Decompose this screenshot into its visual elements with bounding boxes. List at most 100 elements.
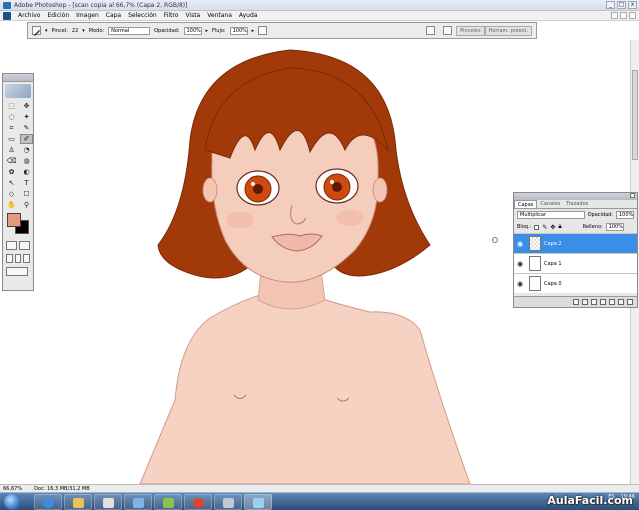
history-brush-tool-icon[interactable]: ◔ bbox=[20, 145, 33, 155]
doc-icon[interactable] bbox=[426, 26, 436, 35]
tab-trazados[interactable]: Trazados bbox=[563, 200, 591, 208]
tab-pinceles[interactable]: Pinceles bbox=[456, 26, 485, 36]
menu-ventana[interactable]: Ventana bbox=[207, 12, 232, 19]
menu-archivo[interactable]: Archivo bbox=[18, 12, 40, 19]
taskbar-chrome-button[interactable] bbox=[184, 494, 212, 510]
start-button[interactable] bbox=[4, 494, 20, 510]
brush-picker-chevron-icon[interactable]: ▾ bbox=[82, 28, 85, 34]
tab-capas[interactable]: Capas bbox=[514, 200, 538, 208]
flow-chevron-icon[interactable]: ▸ bbox=[252, 28, 255, 34]
type-tool-icon[interactable]: T bbox=[20, 178, 33, 188]
eraser-tool-icon[interactable]: ⌫ bbox=[5, 156, 18, 166]
feather-logo-icon[interactable] bbox=[5, 84, 31, 98]
brush-tool-icon[interactable]: ✐ bbox=[20, 134, 33, 144]
doc-restore-button[interactable] bbox=[620, 12, 627, 19]
brush-tool-preset-icon[interactable] bbox=[32, 26, 41, 36]
taskbar-ie-button[interactable] bbox=[34, 494, 62, 510]
taskbar-app2-button[interactable] bbox=[154, 494, 182, 510]
menu-vista[interactable]: Vista bbox=[185, 12, 200, 19]
opacity-input[interactable]: 100% bbox=[183, 26, 202, 35]
hand-tool-icon[interactable]: ✋ bbox=[5, 200, 18, 210]
link-layers-icon[interactable] bbox=[573, 299, 579, 305]
blend-mode-select[interactable]: Multiplicar bbox=[517, 211, 585, 219]
fill-input[interactable]: 100% bbox=[605, 223, 624, 231]
layer-name[interactable]: Capa 0 bbox=[544, 281, 562, 287]
minimize-button[interactable]: _ bbox=[606, 1, 615, 9]
layer-row-capa-2[interactable]: ◉ Capa 2 bbox=[514, 233, 637, 253]
screen-mode-standard-button[interactable] bbox=[6, 254, 13, 263]
dodge-tool-icon[interactable]: ◐ bbox=[20, 167, 33, 177]
menu-capa[interactable]: Capa bbox=[106, 12, 121, 19]
tools-palette-header[interactable] bbox=[3, 74, 33, 82]
lock-position-icon[interactable]: ✥ bbox=[550, 224, 555, 231]
brush-size[interactable]: 22 bbox=[72, 28, 78, 34]
healing-brush-tool-icon[interactable]: ▭ bbox=[5, 134, 18, 144]
layer-style-icon[interactable] bbox=[582, 299, 588, 305]
layer-name[interactable]: Capa 2 bbox=[544, 241, 562, 247]
tab-herram-preest[interactable]: Herram. preest. bbox=[484, 26, 532, 36]
crop-tool-icon[interactable]: ⌗ bbox=[5, 123, 18, 133]
menu-filtro[interactable]: Filtro bbox=[164, 12, 179, 19]
blur-tool-icon[interactable]: ✿ bbox=[5, 167, 18, 177]
taskbar-photoshop-button[interactable] bbox=[244, 494, 272, 510]
zoom-level[interactable]: 66,67% bbox=[3, 486, 22, 492]
magic-wand-tool-icon[interactable]: ✦ bbox=[20, 112, 33, 122]
lasso-tool-icon[interactable]: ◌ bbox=[5, 112, 18, 122]
standard-mode-button[interactable] bbox=[6, 241, 17, 250]
adjustment-layer-icon[interactable] bbox=[600, 299, 606, 305]
layer-mask-icon[interactable] bbox=[591, 299, 597, 305]
transform-handle[interactable] bbox=[492, 237, 498, 243]
marquee-tool-icon[interactable]: ⬚ bbox=[5, 101, 18, 111]
jump-to-imageready-button[interactable] bbox=[6, 267, 28, 276]
menu-imagen[interactable]: Imagen bbox=[76, 12, 99, 19]
trash-icon[interactable] bbox=[627, 299, 633, 305]
doc-minimize-button[interactable] bbox=[611, 12, 618, 19]
move-tool-icon[interactable]: ✥ bbox=[20, 101, 33, 111]
lock-pixels-icon[interactable]: ✎ bbox=[542, 224, 547, 231]
layers-panel-close-icon[interactable] bbox=[630, 193, 635, 198]
airbrush-icon[interactable] bbox=[258, 26, 268, 35]
lock-transparency-icon[interactable] bbox=[534, 224, 540, 230]
screen-mode-full-button[interactable] bbox=[23, 254, 31, 263]
pen-tool-icon[interactable]: ◇ bbox=[5, 189, 18, 199]
new-layer-icon[interactable] bbox=[618, 299, 624, 305]
visibility-eye-icon[interactable]: ◉ bbox=[514, 280, 526, 288]
taskbar-app3-button[interactable] bbox=[214, 494, 242, 510]
flow-input[interactable]: 100% bbox=[229, 26, 248, 35]
layer-row-capa-1[interactable]: ◉ Capa 1 bbox=[514, 253, 637, 273]
new-group-icon[interactable] bbox=[609, 299, 615, 305]
maximize-button[interactable]: □ bbox=[617, 1, 626, 9]
clone-stamp-tool-icon[interactable]: ♙ bbox=[5, 145, 18, 155]
screen-mode-full-menu-button[interactable] bbox=[14, 254, 22, 263]
lock-all-icon[interactable]: 🔒︎ bbox=[558, 223, 561, 231]
visibility-eye-icon[interactable]: ◉ bbox=[514, 240, 526, 248]
path-selection-tool-icon[interactable]: ↖ bbox=[5, 178, 18, 188]
layer-opacity-input[interactable]: 100% bbox=[616, 211, 634, 219]
visibility-eye-icon[interactable]: ◉ bbox=[514, 260, 526, 268]
taskbar-explorer-button[interactable] bbox=[64, 494, 92, 510]
mode-select[interactable]: Normal bbox=[108, 26, 151, 35]
foreground-color-swatch[interactable] bbox=[7, 213, 21, 227]
shape-tool-icon[interactable]: ☐ bbox=[20, 189, 33, 199]
layer-row-capa-0[interactable]: ◉ Capa 0 bbox=[514, 273, 637, 293]
paint-bucket-tool-icon[interactable]: ◍ bbox=[20, 156, 33, 166]
chevron-down-icon[interactable]: ▾ bbox=[45, 28, 48, 34]
tab-canales[interactable]: Canales bbox=[537, 200, 563, 208]
zoom-tool-icon[interactable]: ⚲ bbox=[20, 200, 33, 210]
menu-ayuda[interactable]: Ayuda bbox=[239, 12, 258, 19]
layer-name[interactable]: Capa 1 bbox=[544, 261, 562, 267]
slice-tool-icon[interactable]: ✎ bbox=[20, 123, 33, 133]
taskbar-app-button[interactable] bbox=[124, 494, 152, 510]
menu-edicion[interactable]: Edición bbox=[47, 12, 69, 19]
opacity-chevron-icon[interactable]: ▸ bbox=[206, 28, 209, 34]
layer-thumbnail bbox=[529, 256, 541, 271]
layers-panel-header[interactable] bbox=[514, 193, 637, 200]
brush-label: Pincel: bbox=[51, 27, 68, 34]
menu-seleccion[interactable]: Selección bbox=[128, 12, 157, 19]
scrollbar-thumb[interactable] bbox=[632, 70, 638, 160]
doc-close-button[interactable] bbox=[629, 12, 636, 19]
file-browser-icon[interactable] bbox=[443, 26, 453, 35]
quick-mask-mode-button[interactable] bbox=[19, 241, 30, 250]
taskbar-media-button[interactable] bbox=[94, 494, 122, 510]
close-button[interactable]: x bbox=[628, 1, 637, 9]
